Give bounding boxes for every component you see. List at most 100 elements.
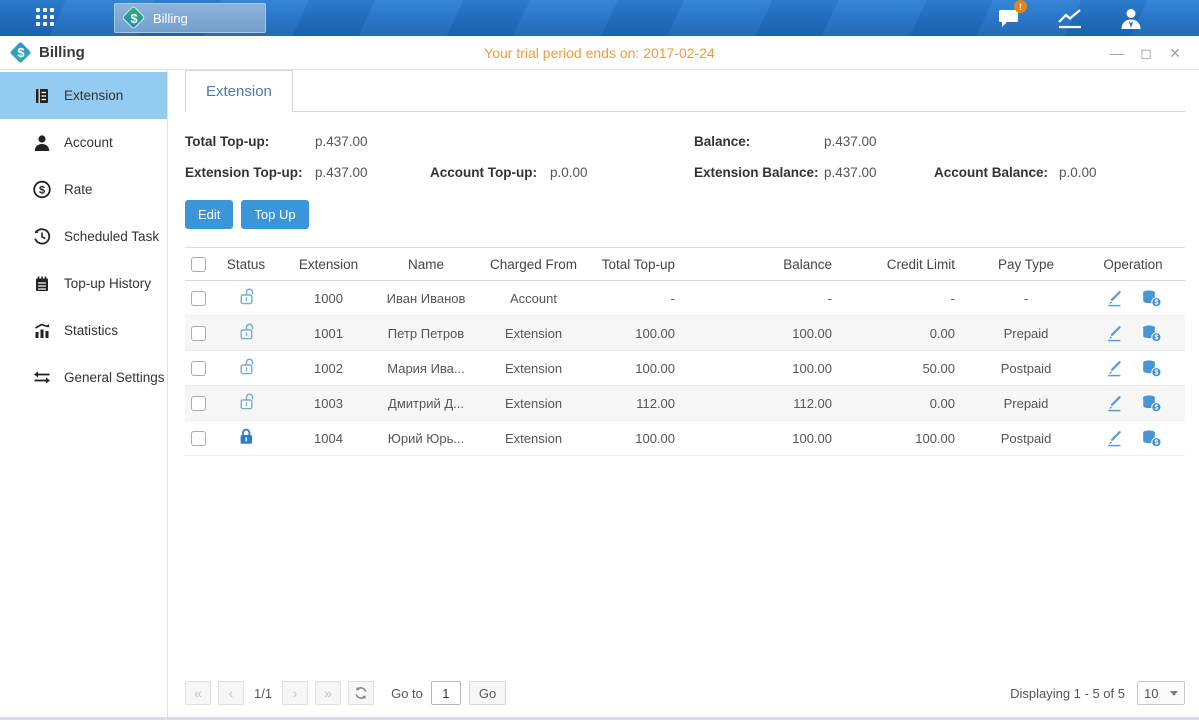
topup-row-icon[interactable]: $ xyxy=(1141,324,1162,343)
sidebar-item-extension[interactable]: Extension xyxy=(0,72,167,119)
edit-row-icon[interactable] xyxy=(1105,429,1123,447)
bar-chart-trend-icon xyxy=(32,321,52,340)
total-topup-label: Total Top-up: xyxy=(185,134,315,149)
row-checkbox[interactable] xyxy=(191,291,206,306)
extension-cell: 1001 xyxy=(281,316,376,351)
row-checkbox[interactable] xyxy=(191,431,206,446)
pay-type-cell: Prepaid xyxy=(971,386,1081,421)
edit-row-icon[interactable] xyxy=(1105,394,1123,412)
name-cell: Петр Петров xyxy=(376,316,476,351)
taskbar-tab-billing[interactable]: $ Billing xyxy=(114,3,266,33)
col-operation: Operation xyxy=(1081,248,1185,281)
total-topup-cell: - xyxy=(591,281,691,316)
pay-type-cell: - xyxy=(971,281,1081,316)
pay-type-cell: Postpaid xyxy=(971,351,1081,386)
window-title: $ Billing xyxy=(10,42,85,64)
prev-page-button[interactable]: ‹ xyxy=(218,681,244,705)
topup-row-icon[interactable]: $ xyxy=(1141,394,1162,413)
balance-cell: 100.00 xyxy=(691,421,846,456)
sidebar-item-topup-history[interactable]: Top-up History xyxy=(0,260,167,307)
messages-icon[interactable]: ! xyxy=(995,6,1023,30)
credit-limit-cell: 0.00 xyxy=(846,386,971,421)
last-page-button[interactable]: » xyxy=(315,681,341,705)
topup-row-icon[interactable]: $ xyxy=(1141,289,1162,308)
col-charged-from: Charged From xyxy=(476,248,591,281)
charged-from-cell: Account xyxy=(476,281,591,316)
status-lock-icon xyxy=(238,434,255,449)
svg-text:$: $ xyxy=(1154,439,1158,446)
goto-label: Go to xyxy=(391,686,423,701)
statistics-chart-icon[interactable] xyxy=(1056,6,1084,30)
total-topup-value: p.437.00 xyxy=(315,134,430,149)
svg-text:$: $ xyxy=(1154,404,1158,411)
edit-row-icon[interactable] xyxy=(1105,359,1123,377)
svg-text:$: $ xyxy=(1154,299,1158,306)
extension-balance-value: p.437.00 xyxy=(824,165,934,180)
locked-icon xyxy=(238,427,255,446)
notebook-icon xyxy=(32,275,52,293)
name-cell: Юрий Юрь... xyxy=(376,421,476,456)
goto-page-input[interactable] xyxy=(431,681,461,705)
topup-button[interactable]: Top Up xyxy=(241,200,308,229)
user-icon[interactable] xyxy=(1117,6,1145,30)
sidebar-item-statistics[interactable]: Statistics xyxy=(0,307,167,354)
table-row: 1001 Петр Петров Extension 100.00 100.00… xyxy=(185,316,1185,351)
window-header: $ Billing Your trial period ends on: 201… xyxy=(0,36,1199,70)
col-name: Name xyxy=(376,248,476,281)
sidebar-item-label: Statistics xyxy=(64,323,118,338)
page-size-select[interactable]: 10 xyxy=(1137,681,1185,705)
clock-history-icon xyxy=(32,227,52,246)
table-row: 1002 Мария Ива... Extension 100.00 100.0… xyxy=(185,351,1185,386)
refresh-button[interactable] xyxy=(348,681,374,705)
topup-row-icon[interactable]: $ xyxy=(1141,429,1162,448)
row-checkbox[interactable] xyxy=(191,361,206,376)
sidebar-item-rate[interactable]: $ Rate xyxy=(0,166,167,213)
status-lock-icon xyxy=(238,329,255,344)
balance-cell: 100.00 xyxy=(691,351,846,386)
billing-window-icon: $ xyxy=(10,42,32,64)
table-row: 1003 Дмитрий Д... Extension 112.00 112.0… xyxy=(185,386,1185,421)
extension-cell: 1002 xyxy=(281,351,376,386)
refresh-icon xyxy=(354,686,368,700)
close-button[interactable]: ✕ xyxy=(1167,45,1183,61)
first-page-button[interactable]: « xyxy=(185,681,211,705)
edit-row-icon[interactable] xyxy=(1105,289,1123,307)
unlocked-icon xyxy=(238,287,255,306)
edit-row-icon[interactable] xyxy=(1105,324,1123,342)
svg-text:$: $ xyxy=(1154,369,1158,376)
col-extension: Extension xyxy=(281,248,376,281)
row-checkbox[interactable] xyxy=(191,396,206,411)
account-balance-label: Account Balance: xyxy=(934,165,1059,180)
extension-cell: 1000 xyxy=(281,281,376,316)
topup-row-icon[interactable]: $ xyxy=(1141,359,1162,378)
extension-topup-label: Extension Top-up: xyxy=(185,165,315,180)
apps-grid-icon[interactable] xyxy=(36,8,56,28)
unlocked-icon xyxy=(238,357,255,376)
minimize-button[interactable]: — xyxy=(1109,45,1125,61)
sidebar-item-scheduled-task[interactable]: Scheduled Task xyxy=(0,213,167,260)
credit-limit-cell: - xyxy=(846,281,971,316)
unlocked-icon xyxy=(238,322,255,341)
total-topup-cell: 100.00 xyxy=(591,351,691,386)
sidebar-item-label: General Settings xyxy=(64,370,165,385)
account-topup-label: Account Top-up: xyxy=(430,165,550,180)
account-topup-value: p.0.00 xyxy=(550,165,694,180)
tab-extension[interactable]: Extension xyxy=(185,70,293,112)
maximize-button[interactable]: ◻ xyxy=(1138,45,1154,61)
col-total-topup: Total Top-up xyxy=(591,248,691,281)
sidebar-item-account[interactable]: Account xyxy=(0,119,167,166)
name-cell: Дмитрий Д... xyxy=(376,386,476,421)
page-size-value: 10 xyxy=(1144,686,1158,701)
go-button[interactable]: Go xyxy=(469,681,506,705)
chevron-down-icon xyxy=(1170,691,1178,696)
row-checkbox[interactable] xyxy=(191,326,206,341)
edit-button[interactable]: Edit xyxy=(185,200,233,229)
billing-app-window: $ Billing ! xyxy=(0,0,1199,720)
select-all-checkbox[interactable] xyxy=(191,257,206,272)
sidebar-item-label: Rate xyxy=(64,182,93,197)
ledger-icon xyxy=(32,87,52,105)
next-page-button[interactable]: › xyxy=(282,681,308,705)
sidebar-item-general-settings[interactable]: General Settings xyxy=(0,354,167,401)
charged-from-cell: Extension xyxy=(476,351,591,386)
pay-type-cell: Postpaid xyxy=(971,421,1081,456)
